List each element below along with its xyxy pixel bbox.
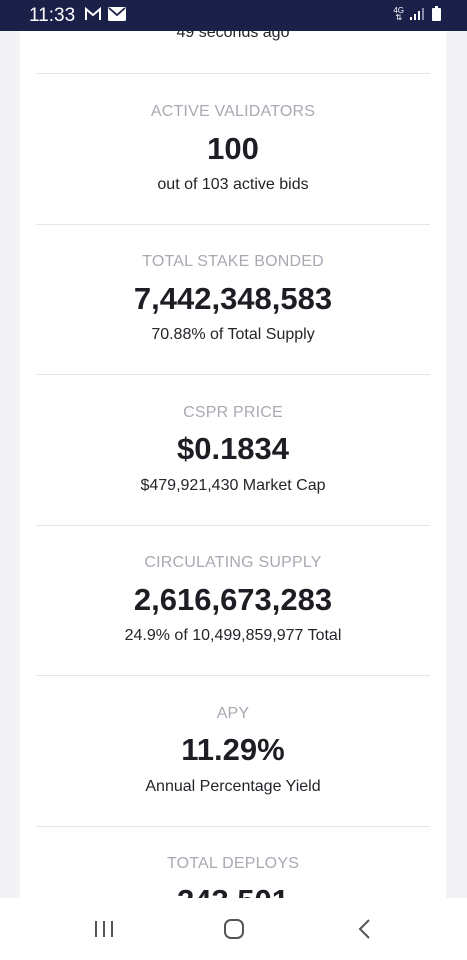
circulating-supply-sub: 24.9% of 10,499,859,977 Total	[124, 627, 342, 644]
signal-icon	[410, 8, 424, 20]
divider	[36, 374, 430, 375]
cspr-price-value: $0.1834	[176, 431, 290, 466]
total-stake-sub: 70.88% of Total Supply	[151, 326, 315, 343]
market-cap-sub: $479,921,430 Market Cap	[140, 477, 326, 494]
divider	[36, 525, 430, 526]
active-validators-label: ACTIVE VALIDATORS	[150, 103, 316, 120]
apy-sub: Annual Percentage Yield	[145, 778, 321, 795]
total-stake-label: TOTAL STAKE BONDED	[142, 253, 324, 270]
network-type-icon: 4G ⇅	[393, 6, 404, 22]
divider	[36, 826, 430, 827]
circulating-supply-value: 2,616,673,283	[133, 582, 333, 617]
circulating-supply-label: CIRCULATING SUPPLY	[144, 554, 322, 571]
apy-value: 11.29%	[181, 732, 285, 767]
apy-label: APY	[216, 705, 250, 722]
active-validators-value: 100	[207, 131, 259, 166]
divider	[36, 224, 430, 225]
divider	[36, 73, 430, 74]
mail-icon	[108, 7, 126, 21]
recent-apps-button[interactable]	[94, 920, 114, 938]
last-block-time-text: 49 seconds ago	[176, 31, 290, 41]
data-arrows: ⇅	[395, 12, 403, 22]
total-deploys-label: TOTAL DEPLOYS	[166, 855, 300, 872]
active-validators-sub: out of 103 active bids	[157, 176, 309, 193]
home-button[interactable]	[223, 918, 245, 940]
cspr-price-label: CSPR PRICE	[183, 404, 283, 421]
battery-icon	[432, 6, 441, 21]
status-time: 11:33	[29, 5, 76, 26]
back-button[interactable]	[357, 918, 373, 940]
divider	[36, 675, 430, 676]
status-bar: 11:33 4G ⇅	[0, 0, 467, 31]
total-stake-value: 7,442,348,583	[133, 281, 333, 316]
status-icons: 4G ⇅	[393, 6, 441, 21]
gmail-icon	[85, 6, 101, 20]
network-stats-card: 49 seconds ago ACTIVE VALIDATORS 100 out…	[20, 31, 446, 898]
total-deploys-value: 243,501	[20, 883, 446, 898]
system-nav-bar	[0, 898, 467, 960]
